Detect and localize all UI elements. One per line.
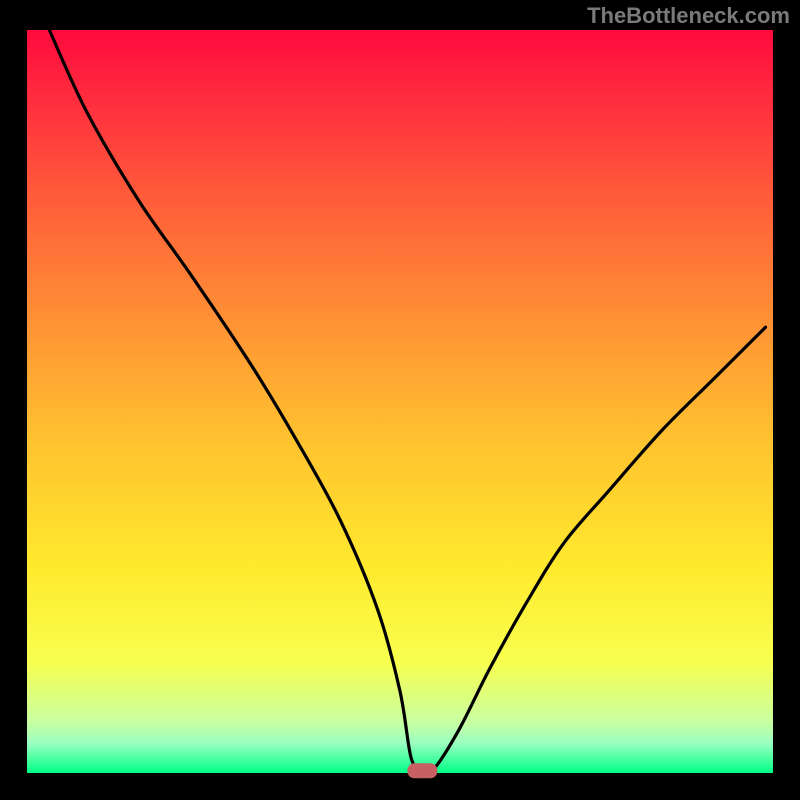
chart-container: TheBottleneck.com: [0, 0, 800, 800]
plot-background: [27, 30, 773, 773]
minimum-marker: [407, 763, 437, 778]
bottleneck-chart: [0, 0, 800, 800]
watermark-text: TheBottleneck.com: [587, 3, 790, 29]
